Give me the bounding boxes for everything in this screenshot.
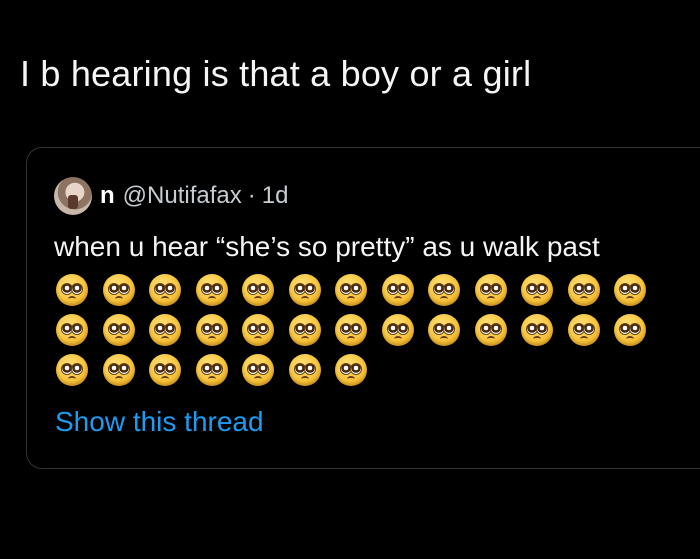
pleading-face-icon <box>288 354 321 386</box>
pleading-face-icon <box>288 274 321 306</box>
pleading-face-icon <box>614 274 646 306</box>
pleading-face-icon <box>521 314 553 346</box>
show-thread-link[interactable]: Show this thread <box>55 404 264 440</box>
pleading-face-icon <box>102 354 135 386</box>
emoji-grid <box>56 270 700 390</box>
avatar[interactable] <box>54 177 92 215</box>
emoji-row <box>56 350 700 390</box>
pleading-face-icon <box>56 354 88 386</box>
pleading-face-icon <box>56 314 88 346</box>
pleading-face-icon <box>102 314 135 346</box>
tweet-text: I b hearing is that a boy or a girl <box>20 53 532 94</box>
pleading-face-icon <box>288 314 321 346</box>
separator: · <box>247 182 256 209</box>
pleading-face-icon <box>56 274 88 306</box>
pleading-face-icon <box>428 314 460 346</box>
pleading-face-icon <box>567 314 600 346</box>
pleading-face-icon <box>102 274 135 306</box>
timestamp[interactable]: 1d <box>262 182 289 210</box>
pleading-face-icon <box>242 274 274 306</box>
pleading-face-icon <box>149 354 181 386</box>
quoted-tweet-header: n @Nutifafax · 1d <box>54 176 288 216</box>
handle[interactable]: @Nutifafax <box>123 182 242 210</box>
pleading-face-icon <box>335 274 367 306</box>
pleading-face-icon <box>521 274 553 306</box>
pleading-face-icon <box>335 354 367 386</box>
emoji-row <box>56 310 700 350</box>
pleading-face-icon <box>149 274 181 306</box>
pleading-face-icon <box>335 314 367 346</box>
pleading-face-icon <box>474 274 507 306</box>
pleading-face-icon <box>242 314 274 346</box>
pleading-face-icon <box>195 274 228 306</box>
display-name[interactable]: n <box>100 182 115 210</box>
pleading-face-icon <box>428 274 460 306</box>
quoted-tweet-text: when u hear “she’s so pretty” as u walk … <box>54 231 600 262</box>
pleading-face-icon <box>474 314 507 346</box>
pleading-face-icon <box>195 314 228 346</box>
emoji-row <box>56 270 700 310</box>
pleading-face-icon <box>242 354 274 386</box>
pleading-face-icon <box>195 354 228 386</box>
pleading-face-icon <box>381 274 414 306</box>
pleading-face-icon <box>381 314 414 346</box>
pleading-face-icon <box>567 274 600 306</box>
pleading-face-icon <box>614 314 646 346</box>
pleading-face-icon <box>149 314 181 346</box>
